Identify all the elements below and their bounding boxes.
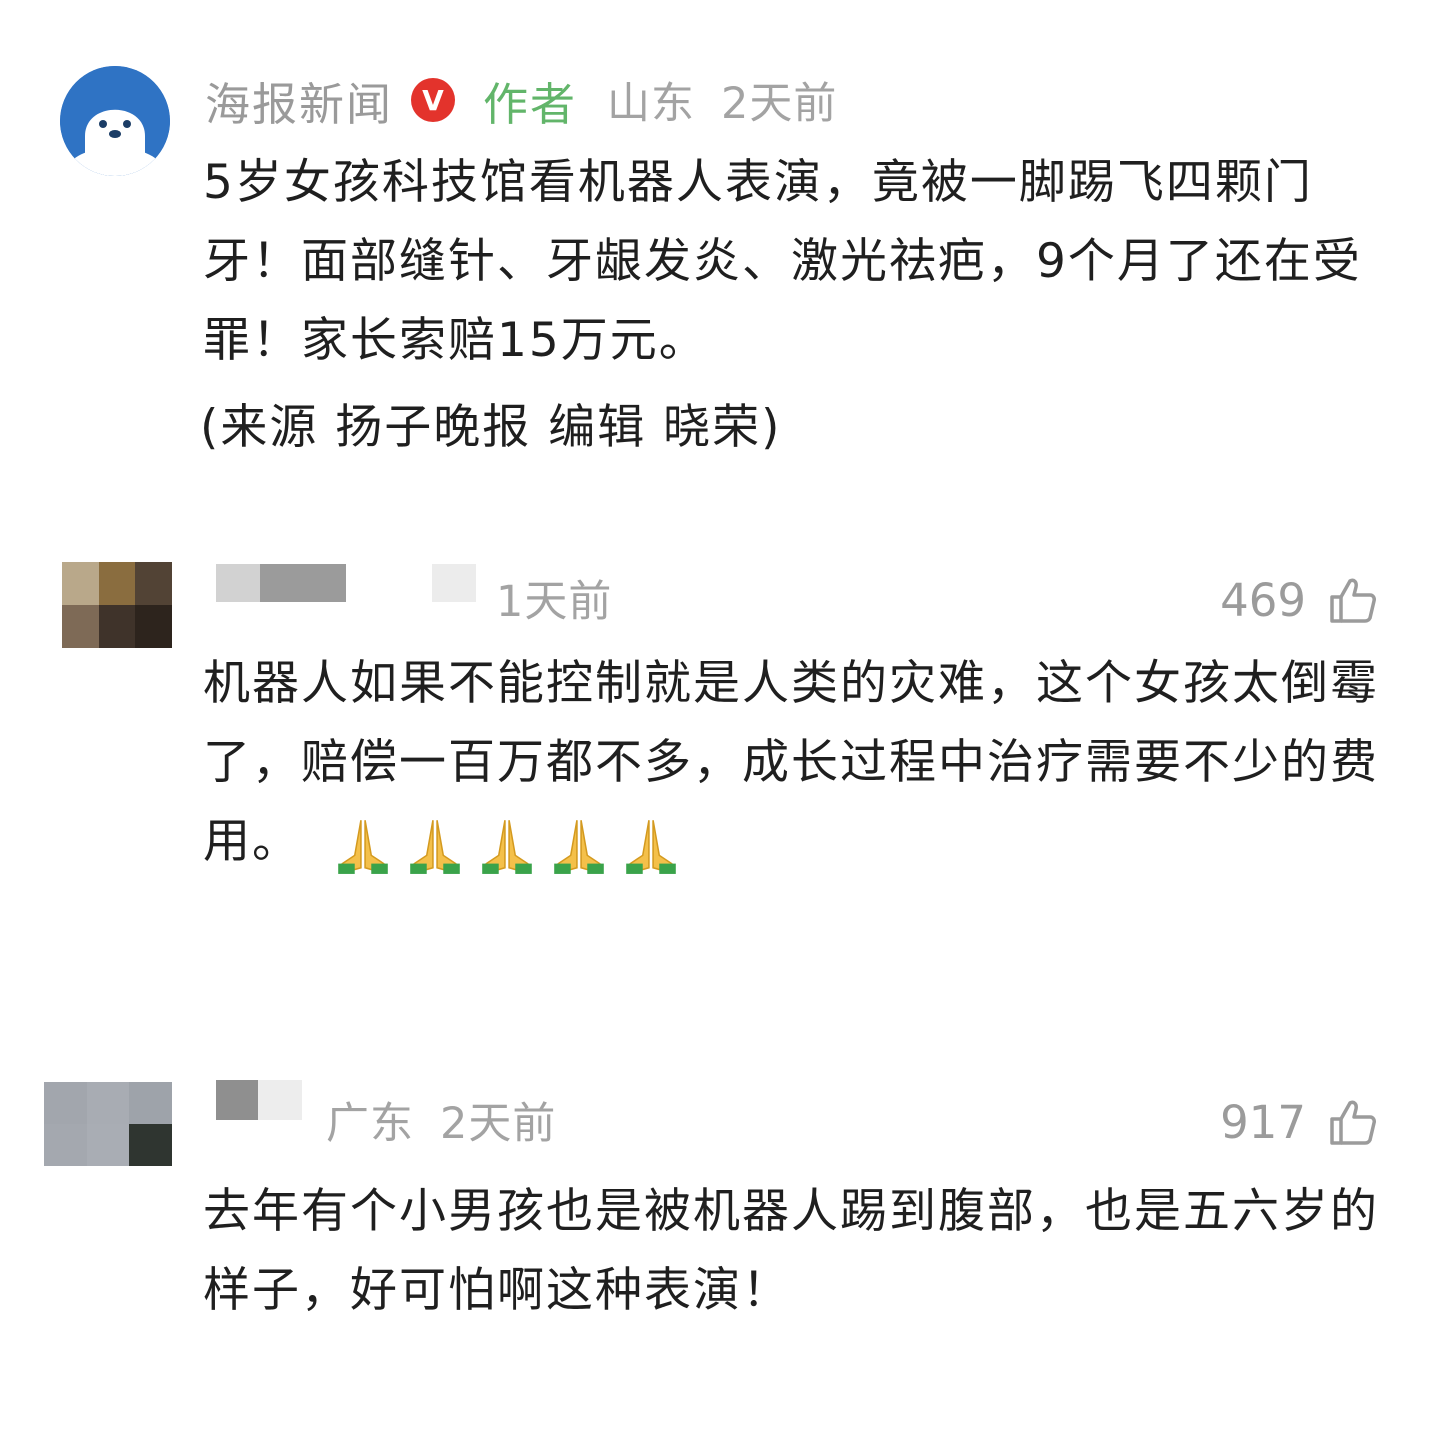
folded-hands-emoji-icon <box>554 819 604 874</box>
comment-item: 1天前 469 机器人如果不能控制就是人类的灾难，这个女孩太倒霉了，赔偿一百万都… <box>0 540 1440 900</box>
blurred-username[interactable] <box>216 1080 302 1120</box>
like-button[interactable]: 469 <box>1220 570 1378 630</box>
folded-hands-emoji-icon <box>338 819 388 874</box>
comment-text: 机器人如果不能控制就是人类的灾难，这个女孩太倒霉了，赔偿一百万都不多，成长过程中… <box>203 644 1393 881</box>
verified-badge-icon: V <box>411 78 456 122</box>
blurred-location <box>432 564 476 602</box>
comment-location: 广东 <box>326 1099 414 1149</box>
author-tag: 作者 <box>483 77 578 131</box>
seal-logo-icon <box>60 66 170 176</box>
thumbs-up-icon <box>1330 578 1376 623</box>
author-header: 海报新闻 V 作者 山东 2天前 <box>205 68 838 133</box>
post-source: (来源 扬子晚报 编辑 晓荣) <box>200 400 782 455</box>
comment-item: 广东 2天前 917 去年有个小男孩也是被机器人踢到腹部，也是五六岁的样子，好可… <box>0 1060 1440 1360</box>
like-count: 917 <box>1220 1095 1306 1149</box>
comment-meta: 1天前 <box>496 568 612 628</box>
comment-time: 1天前 <box>496 577 613 627</box>
comment-text: 去年有个小男孩也是被机器人踢到腹部，也是五六岁的样子，好可怕啊这种表演！ <box>203 1184 1379 1318</box>
post-time: 2天前 <box>721 79 838 129</box>
folded-hands-emoji-icon <box>626 819 676 874</box>
folded-hands-emoji-icon <box>410 819 460 874</box>
blurred-username[interactable] <box>216 564 346 602</box>
emoji-row <box>332 814 682 876</box>
thumbs-up-icon <box>1330 1100 1376 1145</box>
user-avatar[interactable] <box>44 1082 172 1166</box>
post-text: 5岁女孩科技馆看机器人表演，竟被一脚踢飞四颗门牙！面部缝针、牙龈发炎、激光祛疤，… <box>203 155 1362 368</box>
author-name[interactable]: 海报新闻 <box>205 68 393 133</box>
author-post: 海报新闻 V 作者 山东 2天前 5岁女孩科技馆看机器人表演，竟被一脚踢飞四颗门… <box>0 0 1440 480</box>
like-button[interactable]: 917 <box>1220 1092 1378 1152</box>
author-avatar[interactable] <box>60 66 170 176</box>
comment-time: 2天前 <box>440 1099 557 1149</box>
post-location: 山东 <box>607 79 696 129</box>
folded-hands-emoji-icon <box>482 819 532 874</box>
comment-meta: 广东 2天前 <box>326 1090 556 1150</box>
like-count: 469 <box>1220 573 1306 627</box>
user-avatar[interactable] <box>62 562 172 648</box>
